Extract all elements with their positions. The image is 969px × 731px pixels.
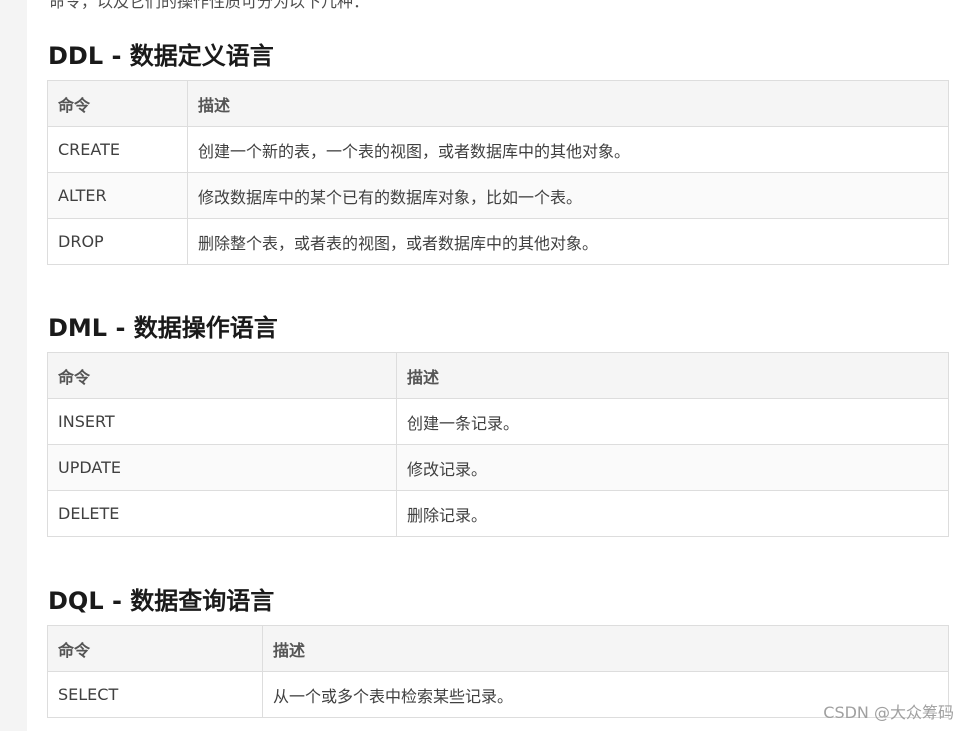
dml-heading: DML - 数据操作语言 (48, 314, 278, 342)
dql-heading: DQL - 数据查询语言 (48, 587, 275, 615)
table-header-row: 命令 描述 (47, 352, 949, 399)
table-row: DELETE 删除记录。 (47, 490, 949, 537)
description-cell: 修改数据库中的某个已有的数据库对象，比如一个表。 (187, 172, 949, 219)
table-row: DROP 删除整个表，或者表的视图，或者数据库中的其他对象。 (47, 218, 949, 265)
table-header-row: 命令 描述 (47, 625, 949, 672)
article-content: 命令，以及它们的操作性质可分为以下几种： DDL - 数据定义语言 命令 描述 … (27, 0, 969, 731)
column-header-command: 命令 (47, 80, 188, 127)
ddl-table: 命令 描述 CREATE 创建一个新的表，一个表的视图，或者数据库中的其他对象。… (47, 80, 949, 265)
dql-table: 命令 描述 SELECT 从一个或多个表中检索某些记录。 (47, 625, 949, 718)
description-cell: 删除整个表，或者表的视图，或者数据库中的其他对象。 (187, 218, 949, 265)
dml-table: 命令 描述 INSERT 创建一条记录。 UPDATE 修改记录。 DELETE… (47, 352, 949, 537)
table-row: SELECT 从一个或多个表中检索某些记录。 (47, 671, 949, 718)
table-header-row: 命令 描述 (47, 80, 949, 127)
column-header-command: 命令 (47, 625, 263, 672)
table-row: UPDATE 修改记录。 (47, 444, 949, 491)
csdn-watermark: CSDN @大众筹码 (823, 703, 954, 722)
intro-text: 命令，以及它们的操作性质可分为以下几种： (49, 0, 370, 11)
command-cell: SELECT (47, 671, 263, 718)
table-row: INSERT 创建一条记录。 (47, 398, 949, 445)
command-cell: UPDATE (47, 444, 397, 491)
command-cell: DELETE (47, 490, 397, 537)
ddl-heading: DDL - 数据定义语言 (48, 42, 274, 70)
column-header-command: 命令 (47, 352, 397, 399)
column-header-description: 描述 (262, 625, 949, 672)
column-header-description: 描述 (187, 80, 949, 127)
description-cell: 创建一条记录。 (396, 398, 949, 445)
command-cell: INSERT (47, 398, 397, 445)
table-row: CREATE 创建一个新的表，一个表的视图，或者数据库中的其他对象。 (47, 126, 949, 173)
description-cell: 修改记录。 (396, 444, 949, 491)
column-header-description: 描述 (396, 352, 949, 399)
command-cell: CREATE (47, 126, 188, 173)
description-cell: 删除记录。 (396, 490, 949, 537)
command-cell: ALTER (47, 172, 188, 219)
command-cell: DROP (47, 218, 188, 265)
table-row: ALTER 修改数据库中的某个已有的数据库对象，比如一个表。 (47, 172, 949, 219)
description-cell: 创建一个新的表，一个表的视图，或者数据库中的其他对象。 (187, 126, 949, 173)
